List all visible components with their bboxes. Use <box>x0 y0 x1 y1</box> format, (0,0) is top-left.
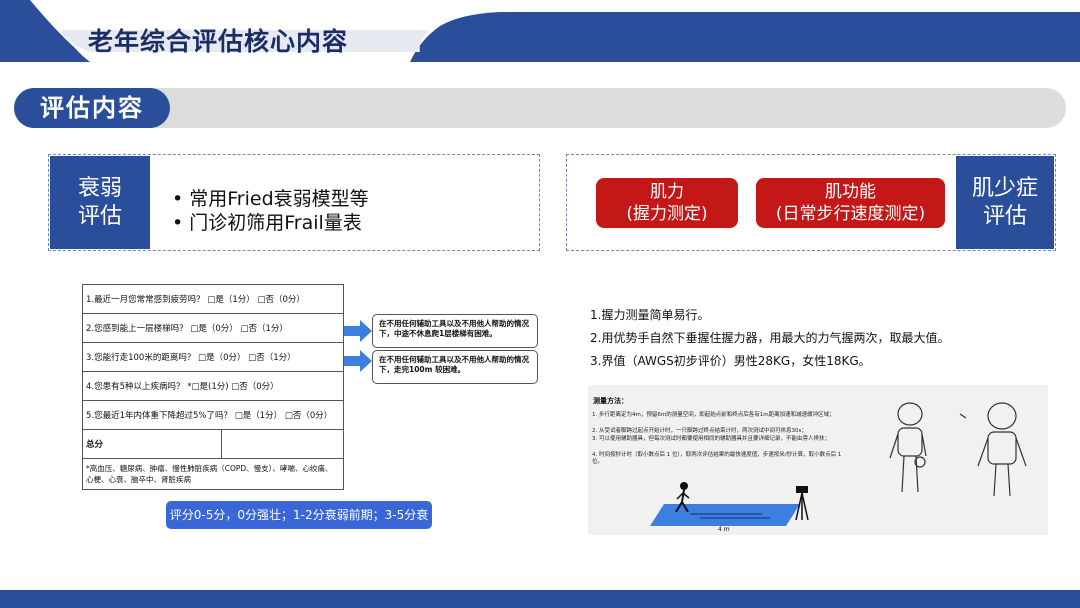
camera-tripod-icon <box>796 486 808 493</box>
section-label: 评估内容 <box>14 88 170 128</box>
grip-note-3: 3.界值（AWGS初步评价）男性28KG，女性18KG。 <box>590 354 871 368</box>
sarcopenia-label: 肌少症 评估 <box>956 156 1054 249</box>
muscle-function-title: 肌功能 <box>825 182 876 202</box>
frailty-bullet: • 门诊初筛用Frail量表 <box>172 212 362 234</box>
arrow-icons <box>344 320 372 372</box>
question-4: 4.您患有5种以上疾病吗？ *□是(1分) □否（0分） <box>86 382 279 392</box>
muscle-strength-title: 肌力 <box>650 182 684 202</box>
question-5: 5.您最近1年内体重下降超过5%了吗？ □是（1分） □否（0分） <box>86 411 333 421</box>
table-row: 5.您最近1年内体重下降超过5%了吗？ □是（1分） □否（0分） <box>83 401 343 430</box>
page-title: 老年综合评估核心内容 <box>88 27 349 56</box>
sarcopenia-label-line2: 评估 <box>982 203 1027 229</box>
robot-icon <box>959 402 1027 497</box>
score-note: 评分0-5分，0分强壮；1-2分衰弱前期；3-5分衰弱 <box>166 501 432 550</box>
sarcopenia-label-line1: 肌少症 <box>971 175 1038 201</box>
question-3: 3.您能行走100米的距离吗？ □是（0分） □否（1分） <box>86 353 296 363</box>
walkway-mat <box>650 504 800 526</box>
grip-note-2: 2.用优势手自然下垂握住握力器，用最大的力气握两次，取最大值。 <box>590 331 950 345</box>
frailty-label: 衰弱 评估 <box>50 156 150 249</box>
table-row-footnote: *高血压、糖尿病、肿瘤、慢性肺脏疾病（COPD、慢支）、哮喘、心绞痛、心梗、心衰… <box>83 459 343 489</box>
footer-band <box>0 590 1080 608</box>
total-label: 总分 <box>86 440 104 450</box>
arrow-right-icon <box>344 350 372 372</box>
table-divider <box>221 430 222 459</box>
distance-label: 4 m <box>718 526 730 532</box>
tip-walk: 在不用任何辅助工具以及不用他人帮助的情况下，走完100m 较困难。 <box>372 350 538 384</box>
frailty-label-line1: 衰弱 <box>77 175 122 201</box>
method-line: 2. 从受试者脚跨过起点开始计时，一只脚跨过终点结束计时，两次测试中间可休息30… <box>592 428 807 434</box>
tip-stairs: 在不用任何辅助工具以及不用他人帮助的情况下，中途不休息爬1层楼梯有困难。 <box>372 314 538 348</box>
method-title: 测量方法： <box>593 397 628 405</box>
method-line: 1. 步行距离定为4m，预留6m的测量空间，即起始点前和终点后各有1m距离加速和… <box>592 412 835 418</box>
method-line: 4. 时间按秒计时（取小数点后 1 位），取两次评估结果的最快速度值，步速按米/… <box>592 452 842 465</box>
muscle-function-button[interactable]: 肌功能 (日常步行速度测定) <box>756 178 945 228</box>
disease-footnote: *高血压、糖尿病、肿瘤、慢性肺脏疾病（COPD、慢支）、哮喘、心绞痛、心梗、心衰… <box>86 464 333 484</box>
table-row: 2.您感到能上一层楼梯吗？ □是（0分） □否（1分） <box>83 314 343 343</box>
frailty-bullet: • 常用Fried衰弱模型等 <box>172 188 369 210</box>
muscle-strength-button[interactable]: 肌力 (握力测定) <box>596 178 738 228</box>
walker-icon <box>680 482 688 490</box>
arrow-right-icon <box>344 320 372 342</box>
table-row: 4.您患有5种以上疾病吗？ *□是(1分) □否（0分） <box>83 372 343 401</box>
question-2: 2.您感到能上一层楼梯吗？ □是（0分） □否（1分） <box>86 324 288 334</box>
frail-scale-table: 1.最近一月您常常感到疲劳吗？ □是（1分） □否（0分） 2.您感到能上一层楼… <box>82 284 344 490</box>
method-line: 3. 可以使用辅助器具，但每次测试时都要使用相同的辅助器具并且要详细记录，不能由… <box>592 436 830 442</box>
table-row-total: 总分 <box>83 430 343 459</box>
walk-test-illustration: 4 m <box>650 482 809 532</box>
muscle-strength-sub: (握力测定) <box>626 204 708 224</box>
section-bar <box>14 88 1066 128</box>
robot-holding-dynamometer-icon <box>889 402 927 493</box>
frailty-label-line2: 评估 <box>77 203 122 229</box>
table-row: 1.最近一月您常常感到疲劳吗？ □是（1分） □否（0分） <box>83 285 343 314</box>
question-1: 1.最近一月您常常感到疲劳吗？ □是（1分） □否（0分） <box>86 295 305 305</box>
robot-figures <box>889 402 1027 497</box>
table-row: 3.您能行走100米的距离吗？ □是（0分） □否（1分） <box>83 343 343 372</box>
muscle-function-sub: (日常步行速度测定) <box>775 204 926 224</box>
grip-note-1: 1.握力测量简单易行。 <box>590 308 710 322</box>
